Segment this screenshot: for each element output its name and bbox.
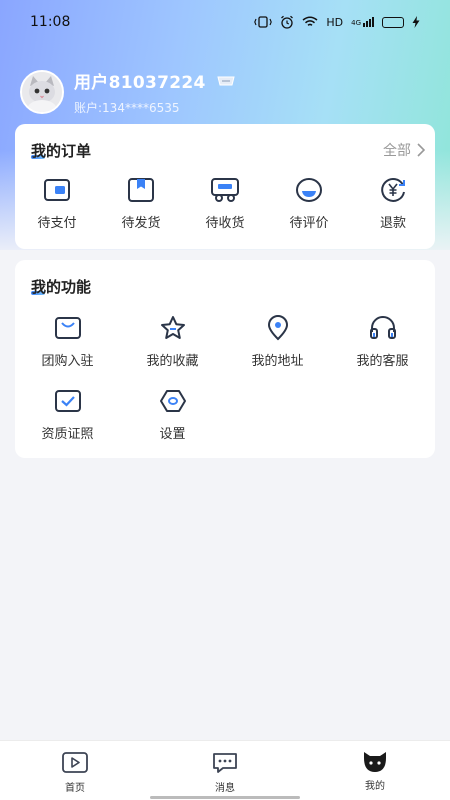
function-label: 设置	[159, 427, 186, 442]
star-icon	[160, 316, 185, 339]
order-item-label: 退款	[379, 216, 406, 231]
order-item-label: 待支付	[37, 216, 77, 231]
alarm-icon	[281, 15, 294, 29]
charging-icon	[412, 16, 420, 28]
order-pending-shipment[interactable]: 待发货	[99, 176, 183, 231]
all-orders-link[interactable]: 全部	[383, 140, 425, 160]
function-label: 我的收藏	[146, 354, 199, 369]
tab-home[interactable]: 首页	[0, 741, 150, 800]
function-label: 资质证照	[41, 427, 94, 442]
signal-label: 4G	[351, 19, 361, 27]
certificate-icon	[54, 390, 81, 412]
cat-avatar-icon	[22, 72, 62, 112]
network-label: HD	[326, 15, 344, 29]
order-item-label: 待收货	[205, 216, 245, 231]
orders-title: 我的订单	[31, 142, 92, 160]
tab-label: 首页	[65, 783, 85, 794]
cat-profile-icon	[364, 752, 386, 772]
status-bar: 11:08 HD 4G	[0, 0, 450, 44]
tab-messages[interactable]: 消息	[150, 741, 300, 800]
my-functions-card: 我的功能 团购入驻 我的收藏 我的地址 我的客服 资质证照 设置	[15, 260, 435, 458]
function-label: 我的地址	[251, 354, 304, 369]
member-badge-icon	[217, 76, 235, 85]
my-favorites[interactable]: 我的收藏	[120, 314, 225, 369]
settings-icon	[159, 390, 186, 412]
username: 用户81037224	[74, 73, 206, 93]
tab-label: 我的	[365, 781, 385, 792]
refund-icon	[381, 178, 405, 202]
qualification-certificates[interactable]: 资质证照	[15, 387, 120, 442]
comment-icon	[296, 178, 322, 202]
wallet-icon	[44, 179, 70, 201]
status-time: 11:08	[30, 14, 71, 30]
shopping-bag-icon	[54, 317, 81, 339]
status-icons: HD 4G	[254, 15, 420, 29]
truck-icon	[211, 178, 239, 202]
tab-label: 消息	[215, 783, 235, 794]
function-label: 团购入驻	[41, 354, 94, 369]
my-address[interactable]: 我的地址	[225, 314, 330, 369]
settings[interactable]: 设置	[120, 387, 225, 442]
play-icon	[62, 752, 88, 773]
headset-icon	[369, 316, 396, 339]
order-pending-receipt[interactable]: 待收货	[183, 176, 267, 231]
message-icon	[213, 753, 237, 773]
tab-mine[interactable]: 我的	[300, 741, 450, 800]
order-refund[interactable]: 退款	[351, 176, 435, 231]
signal-icon: 4G	[351, 17, 374, 27]
account-number: 账户:134****6535	[74, 101, 180, 115]
all-orders-label: 全部	[383, 143, 411, 159]
package-icon	[128, 178, 154, 202]
vibrate-icon	[254, 16, 273, 28]
bottom-tab-bar: 首页 消息 我的	[0, 740, 450, 800]
group-buy-join[interactable]: 团购入驻	[15, 314, 120, 369]
functions-title: 我的功能	[31, 278, 92, 296]
order-item-label: 待评价	[289, 216, 329, 231]
my-customer-service[interactable]: 我的客服	[330, 314, 435, 369]
chevron-right-icon	[417, 143, 425, 157]
avatar[interactable]	[20, 70, 64, 114]
profile-header[interactable]: 用户81037224 账户:134****6535	[20, 68, 236, 116]
location-pin-icon	[267, 315, 288, 341]
my-orders-card: 我的订单 全部 待支付 待发货 待收货 待评价 退款	[15, 124, 435, 249]
order-pending-review[interactable]: 待评价	[267, 176, 351, 231]
battery-icon	[382, 16, 404, 28]
home-indicator	[150, 796, 300, 799]
function-label: 我的客服	[356, 354, 409, 369]
wifi-icon	[302, 16, 318, 26]
order-pending-payment[interactable]: 待支付	[15, 176, 99, 231]
order-item-label: 待发货	[121, 216, 161, 231]
